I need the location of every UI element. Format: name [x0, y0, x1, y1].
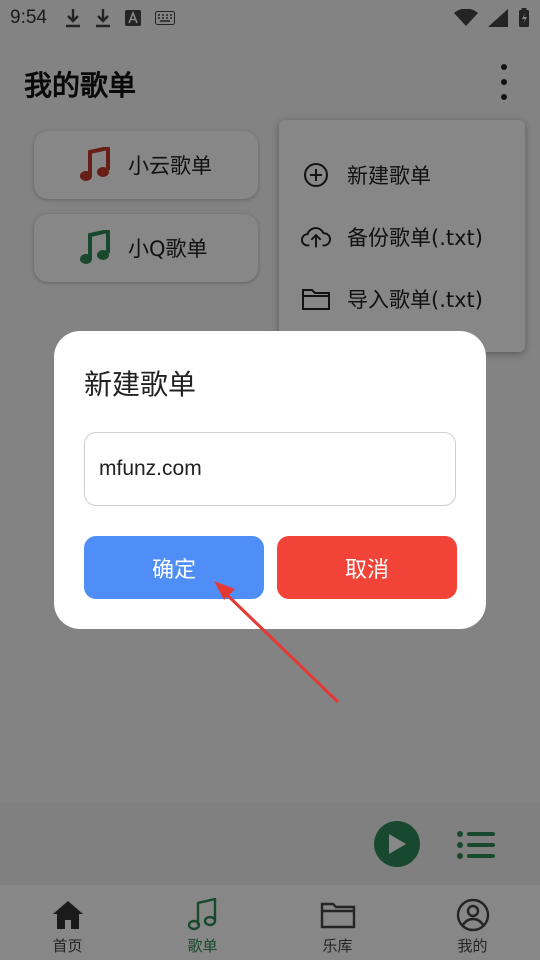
new-playlist-dialog: 新建歌单 确定 取消: [54, 331, 486, 629]
dialog-title: 新建歌单: [84, 368, 197, 401]
playlist-name-input[interactable]: [84, 432, 456, 506]
confirm-button[interactable]: 确定: [84, 536, 264, 599]
cancel-button[interactable]: 取消: [277, 536, 457, 599]
